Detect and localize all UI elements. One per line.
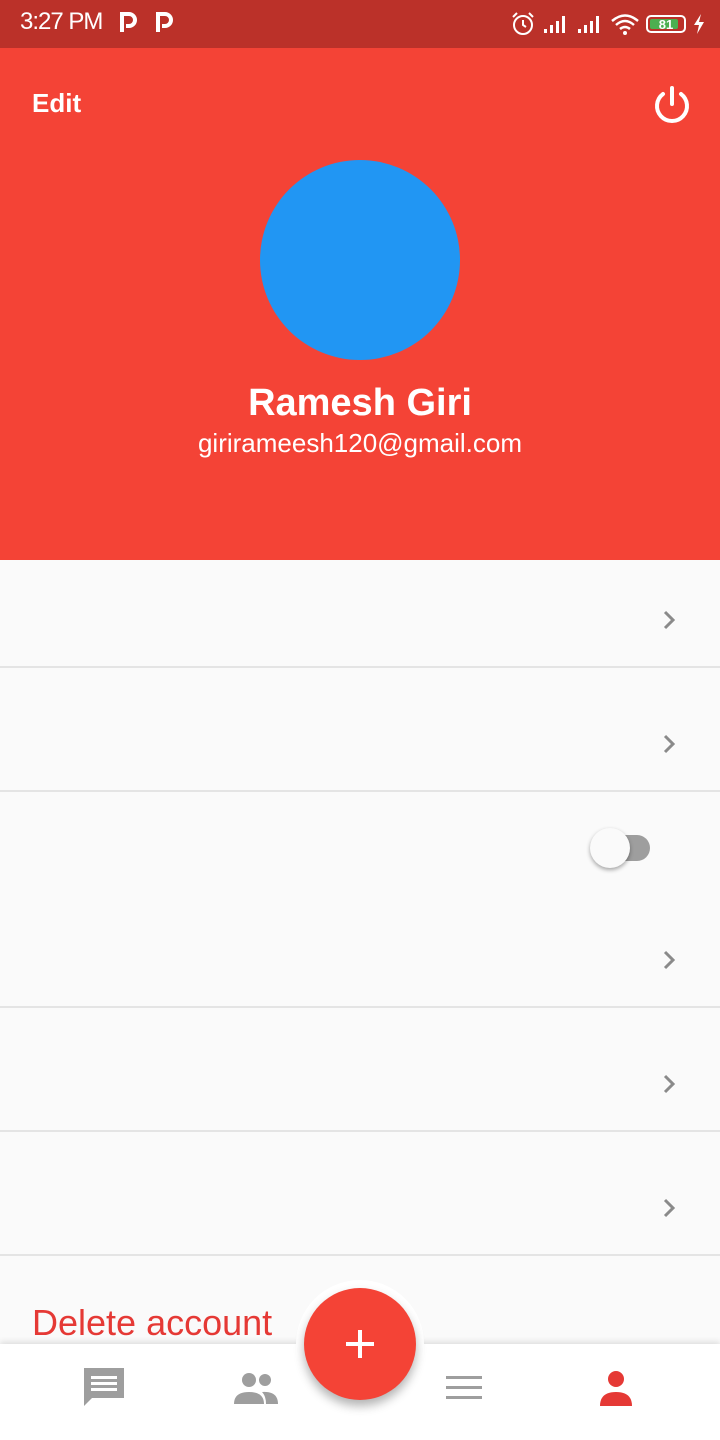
power-icon[interactable] (650, 84, 694, 128)
alarm-icon (512, 12, 534, 35)
chevron-right-icon (663, 1198, 676, 1218)
person-icon[interactable] (592, 1364, 640, 1412)
user-name: Ramesh Giri (248, 382, 472, 424)
signal-icon (578, 16, 599, 33)
chat-icon[interactable] (80, 1364, 128, 1412)
p-notification-icon (120, 12, 137, 32)
settings-row-1[interactable] (0, 560, 720, 668)
settings-row-5[interactable] (0, 1132, 720, 1256)
edit-button[interactable]: Edit (32, 88, 81, 119)
p-notification-icon (156, 12, 173, 32)
plus-icon (346, 1330, 374, 1358)
chevron-right-icon (663, 610, 676, 630)
wifi-icon (611, 14, 639, 35)
battery-icon: 81 (646, 15, 686, 33)
battery-level: 81 (658, 16, 674, 32)
signal-icon (544, 16, 565, 33)
charging-icon (694, 14, 704, 34)
chevron-right-icon (663, 950, 676, 970)
toggle-switch[interactable] (588, 826, 664, 870)
delete-account-button[interactable]: Delete account (32, 1302, 272, 1344)
chevron-right-icon (663, 1074, 676, 1094)
settings-row-2[interactable] (0, 668, 720, 792)
add-button[interactable] (304, 1288, 416, 1400)
status-icons: 81 (510, 10, 706, 38)
user-email: girirameesh120@gmail.com (197, 428, 523, 458)
avatar[interactable] (260, 160, 460, 360)
settings-row-4[interactable] (0, 1008, 720, 1132)
status-time: 3:27 PM (20, 8, 103, 35)
profile-header: Edit Ramesh Giri girirameesh120@gmail.co… (0, 48, 720, 560)
chevron-right-icon (663, 734, 676, 754)
menu-icon[interactable] (440, 1364, 488, 1412)
people-icon[interactable] (232, 1364, 280, 1412)
status-bar: 3:27 PM 81 (0, 0, 720, 48)
settings-row-3[interactable] (0, 792, 720, 1008)
